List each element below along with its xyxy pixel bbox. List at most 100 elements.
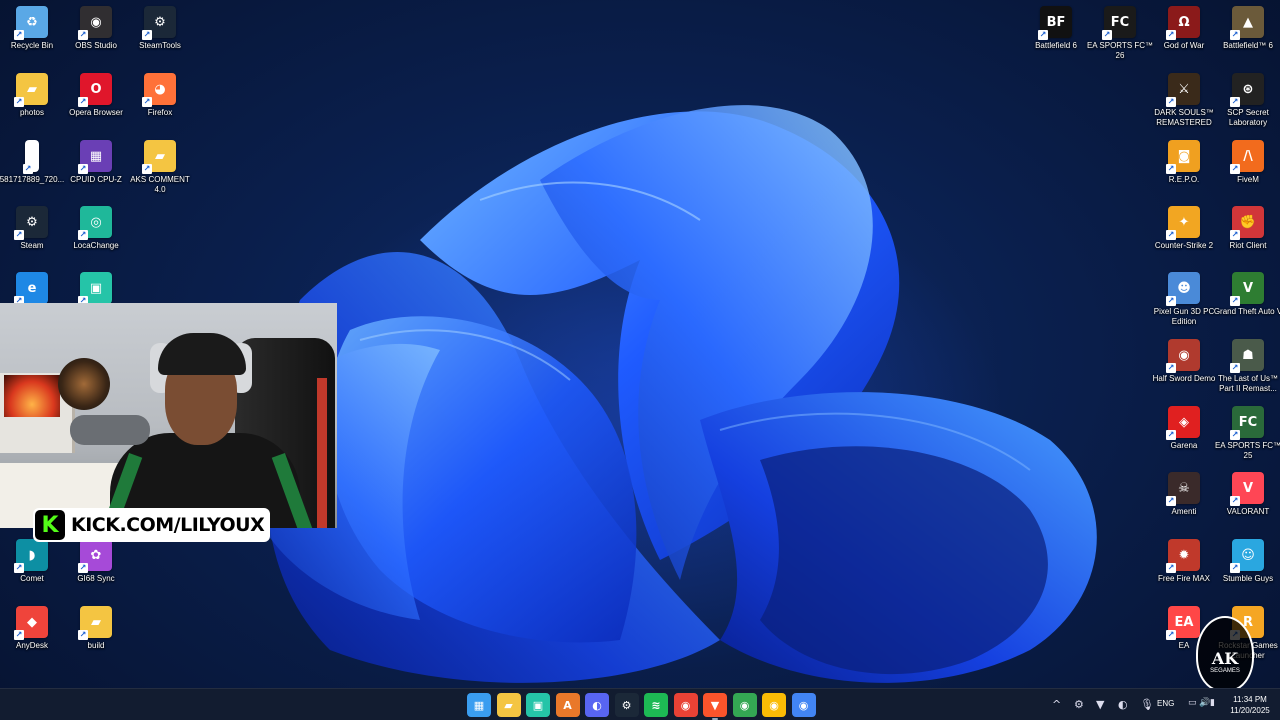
gi68-sync-icon: ✿ ↗ [78,539,112,573]
desktop-shortcut[interactable]: ⚙ ↗ Steam [0,206,64,272]
taskbar-app-orange-icon[interactable]: A [555,693,580,717]
desktop-shortcut[interactable]: ◆ ↗ AnyDesk [0,606,64,672]
taskbar: ▦ ▰ ▣ A ◐ ⚙ ≋ ◉ ▼ ◉ ◉ ◉ ^ ⚙ ▼ ◐ 🎙 ENG ▭ 🔊 ▮ 11:34 PM 11/2… [0,688,1280,720]
desktop-shortcut-label: LocaChange [73,241,119,250]
desktop-shortcut-label: SCP Secret Laboratory [1227,108,1269,127]
shortcut-arrow-icon: ↗ [23,164,33,174]
pixel-gun-3d-icon: ☻ ↗ [1166,272,1200,306]
speaker-icon[interactable]: 🔊 [1199,698,1210,708]
locachange-icon: ◎ ↗ [78,206,112,240]
desktop-shortcut[interactable]: O ↗ Opera Browser [64,73,128,139]
spotify-icon[interactable]: ≋ [644,693,668,717]
desktop-shortcut[interactable]: ◎ ↗ LocaChange [64,206,128,272]
desktop-shortcut[interactable]: ▰ ↗ AKS COMMENT 4.0 [128,140,192,206]
shortcut-arrow-icon: ↗ [1038,30,1048,40]
shortcut-arrow-icon: ↗ [1230,230,1240,240]
desktop-shortcut-label: Riot Client [1229,241,1267,250]
counter-strike-2-icon: ✦ ↗ [1166,206,1200,240]
shortcut-arrow-icon: ↗ [1230,30,1240,40]
file-explorer-icon[interactable]: ▰ [496,693,521,717]
webcam-overlay [0,303,337,528]
desktop-shortcut[interactable]: ☻ ↗ Pixel Gun 3D PC Edition [1152,272,1216,338]
shortcut-arrow-icon: ↗ [14,97,24,107]
image-file-icon: ↗ [23,140,39,174]
desktop-shortcut[interactable]: /\ ↗ FiveM [1216,140,1280,206]
desktop-shortcut[interactable]: ☺ ↗ Stumble Guys [1216,539,1280,605]
shortcut-arrow-icon: ↗ [78,563,88,573]
desktop-shortcut[interactable]: V ↗ VALORANT [1216,472,1280,538]
desktop-shortcut[interactable]: FC ↗ EA SPORTS FC™ 25 [1214,406,1280,472]
language-indicator[interactable]: ENG [1157,699,1174,708]
chrome-profile-1-icon[interactable]: ◉ [732,693,757,717]
desktop-shortcut-label: The Last of Us™ Part II Remast... [1217,374,1279,393]
desktop-shortcut-label: build [87,641,105,650]
half-sword-icon: ◉ ↗ [1166,339,1200,373]
desktop-shortcut[interactable]: V ↗ Grand Theft Auto V [1214,272,1280,338]
desktop-shortcut[interactable]: ◉ ↗ OBS Studio [64,6,128,72]
shortcut-arrow-icon: ↗ [1166,30,1176,40]
chrome-profile-2-icon[interactable]: ◉ [762,693,786,717]
aks-comment-folder-icon: ▰ ↗ [142,140,176,174]
shortcut-arrow-icon: ↗ [1230,563,1240,573]
desktop-shortcut-label: Counter-Strike 2 [1154,241,1214,250]
desktop-shortcut[interactable]: ▰ ↗ photos [0,73,64,139]
desktop-shortcut-label: AnyDesk [15,641,48,650]
discord-tray-icon[interactable]: ◐ [1118,698,1128,711]
shortcut-arrow-icon: ↗ [14,230,24,240]
desktop-shortcut[interactable]: ☗ ↗ The Last of Us™ Part II Remast... [1216,339,1280,405]
desktop-shortcut[interactable]: ◉ ↗ Half Sword Demo [1152,339,1216,405]
steam-icon: ⚙ ↗ [14,206,48,240]
steam-taskbar-icon[interactable]: ⚙ [614,693,639,717]
desktop-shortcut-label: EA SPORTS FC™ 25 [1214,441,1280,460]
desktop-shortcut[interactable]: ✊ ↗ Riot Client [1216,206,1280,272]
stumble-guys-icon: ☺ ↗ [1230,539,1264,573]
shortcut-arrow-icon: ↗ [78,30,88,40]
desktop-shortcut[interactable]: ◙ ↗ R.E.P.O. [1152,140,1216,206]
desktop-shortcut[interactable]: ✿ ↗ GI68 Sync [64,539,128,605]
steam-tray-icon[interactable]: ⚙ [1074,698,1084,711]
discord-icon[interactable]: ◐ [585,693,609,717]
brave-icon[interactable]: ▼ [703,693,727,720]
desktop-shortcut-label: VALORANT [1226,507,1270,516]
desktop-shortcut[interactable]: ♻ ↗ Recycle Bin [0,6,64,72]
desktop-shortcut[interactable]: ▦ ↗ CPUID CPU-Z [64,140,128,206]
chrome-icon[interactable]: ◉ [673,693,698,717]
channel-watermark: AK SEGAMES [1196,616,1254,688]
desktop-shortcut[interactable]: ↗ 581717889_720... [0,140,64,206]
shortcut-arrow-icon: ↗ [1230,496,1240,506]
chrome-profile-3-icon[interactable]: ◉ [791,693,816,717]
desktop-shortcut[interactable]: ☠ ↗ Amenti [1152,472,1216,538]
desktop-shortcut-label: Steam [20,241,44,250]
desktop-shortcut[interactable]: ⚙ ↗ SteamTools [128,6,192,72]
battery-icon[interactable]: ▮ [1210,698,1215,708]
show-hidden-icons-icon[interactable]: ^ [1052,698,1061,711]
steamtools-icon: ⚙ ↗ [142,6,176,40]
desktop-shortcut-label: Recycle Bin [10,41,54,50]
shortcut-arrow-icon: ↗ [78,630,88,640]
microphone-icon[interactable]: 🎙 [1140,698,1154,711]
monitor-icon[interactable]: ▭ [1188,698,1197,708]
desktop-shortcut[interactable]: ▰ ↗ build [64,606,128,672]
desktop-shortcut[interactable]: ◕ ↗ Firefox [128,73,192,139]
desktop-shortcut-label: DARK SOULS™ REMASTERED [1154,108,1214,127]
desktop-shortcut-label: Pixel Gun 3D PC Edition [1153,307,1215,326]
desktop-shortcut[interactable]: ⚔ ↗ DARK SOULS™ REMASTERED [1152,73,1216,139]
free-fire-max-icon: ✹ ↗ [1166,539,1200,573]
shortcut-arrow-icon: ↗ [1166,496,1176,506]
desktop-shortcut[interactable]: ▲ ↗ Battlefield™ 6 [1216,6,1280,72]
nvidia-tray-icon[interactable]: ▼ [1096,698,1104,711]
desktop-shortcut[interactable]: ✦ ↗ Counter-Strike 2 [1152,206,1216,272]
desktop-shortcut[interactable]: ◈ ↗ Garena [1152,406,1216,472]
photos-folder-icon: ▰ ↗ [14,73,48,107]
desktop-shortcut-label: Free Fire MAX [1157,574,1210,583]
desktop-shortcut[interactable]: ◗ ↗ Comet [0,539,64,605]
start-button[interactable]: ▦ [467,693,491,717]
clock[interactable]: 11:34 PM 11/20/2025 [1224,694,1276,716]
desktop-shortcut-label: Stumble Guys [1222,574,1274,583]
desktop-shortcut[interactable]: BF ↗ Battlefield 6 [1024,6,1088,72]
taskbar-app-teal-icon[interactable]: ▣ [526,693,550,717]
desktop-shortcut[interactable]: Ω ↗ God of War [1152,6,1216,72]
desktop-shortcut[interactable]: ⊛ ↗ SCP Secret Laboratory [1216,73,1280,139]
desktop-shortcut[interactable]: ✹ ↗ Free Fire MAX [1152,539,1216,605]
desktop-shortcut[interactable]: FC ↗ EA SPORTS FC™ 26 [1087,6,1153,72]
